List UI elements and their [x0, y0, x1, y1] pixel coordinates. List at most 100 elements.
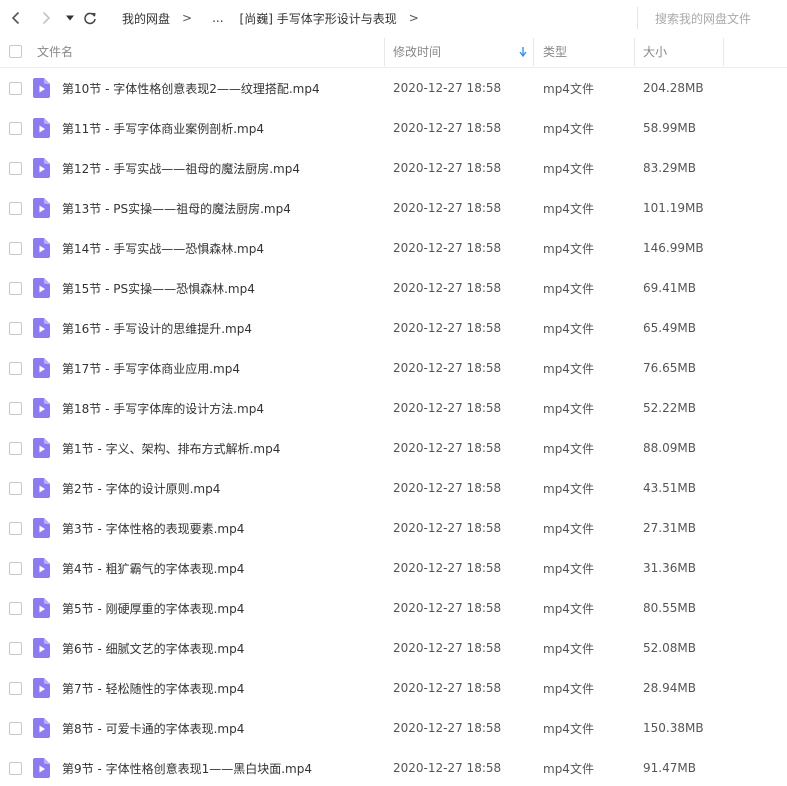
row-checkbox[interactable]	[9, 402, 22, 415]
row-checkbox[interactable]	[9, 442, 22, 455]
file-modified-time: 2020-12-27 18:58	[393, 521, 502, 535]
row-checkbox[interactable]	[9, 562, 22, 575]
file-row[interactable]: 第11节 - 手写字体商业案例剖析.mp4 2020-12-27 18:58 m…	[0, 108, 787, 148]
file-row[interactable]: 第17节 - 手写字体商业应用.mp4 2020-12-27 18:58 mp4…	[0, 348, 787, 388]
history-dropdown-button[interactable]	[60, 8, 80, 28]
file-size: 52.22MB	[643, 401, 696, 415]
forward-button[interactable]	[36, 8, 56, 28]
column-header-type[interactable]: 类型	[543, 36, 567, 67]
row-checkbox[interactable]	[9, 322, 22, 335]
file-row[interactable]: 第3节 - 字体性格的表现要素.mp4 2020-12-27 18:58 mp4…	[0, 508, 787, 548]
row-checkbox[interactable]	[9, 522, 22, 535]
file-name[interactable]: 第11节 - 手写字体商业案例剖析.mp4	[62, 108, 264, 148]
file-name[interactable]: 第18节 - 手写字体库的设计方法.mp4	[62, 388, 264, 428]
column-divider[interactable]	[533, 38, 534, 66]
file-row[interactable]: 第5节 - 刚硬厚重的字体表现.mp4 2020-12-27 18:58 mp4…	[0, 588, 787, 628]
file-row[interactable]: 第14节 - 手写实战——恐惧森林.mp4 2020-12-27 18:58 m…	[0, 228, 787, 268]
file-row[interactable]: 第6节 - 细腻文艺的字体表现.mp4 2020-12-27 18:58 mp4…	[0, 628, 787, 668]
column-divider[interactable]	[723, 38, 724, 66]
back-button[interactable]	[6, 8, 26, 28]
file-row[interactable]: 第18节 - 手写字体库的设计方法.mp4 2020-12-27 18:58 m…	[0, 388, 787, 428]
file-name[interactable]: 第3节 - 字体性格的表现要素.mp4	[62, 508, 244, 548]
file-row[interactable]: 第8节 - 可爱卡通的字体表现.mp4 2020-12-27 18:58 mp4…	[0, 708, 787, 748]
file-type: mp4文件	[543, 241, 594, 256]
file-row[interactable]: 第2节 - 字体的设计原则.mp4 2020-12-27 18:58 mp4文件…	[0, 468, 787, 508]
file-name[interactable]: 第14节 - 手写实战——恐惧森林.mp4	[62, 228, 264, 268]
video-file-icon	[33, 758, 50, 778]
file-row[interactable]: 第9节 - 字体性格创意表现1——黑白块面.mp4 2020-12-27 18:…	[0, 748, 787, 786]
file-size: 146.99MB	[643, 241, 704, 255]
file-name[interactable]: 第10节 - 字体性格创意表现2——纹理搭配.mp4	[62, 68, 320, 108]
video-file-icon	[33, 278, 50, 298]
file-modified-time: 2020-12-27 18:58	[393, 441, 502, 455]
row-checkbox[interactable]	[9, 202, 22, 215]
breadcrumb-root[interactable]: 我的网盘	[122, 10, 170, 27]
file-name[interactable]: 第16节 - 手写设计的思维提升.mp4	[62, 308, 252, 348]
file-name[interactable]: 第13节 - PS实操——祖母的魔法厨房.mp4	[62, 188, 291, 228]
row-checkbox[interactable]	[9, 282, 22, 295]
file-name[interactable]: 第5节 - 刚硬厚重的字体表现.mp4	[62, 588, 244, 628]
file-type: mp4文件	[543, 201, 594, 216]
select-all-checkbox[interactable]	[9, 45, 22, 58]
row-checkbox[interactable]	[9, 122, 22, 135]
row-checkbox[interactable]	[9, 642, 22, 655]
row-checkbox[interactable]	[9, 722, 22, 735]
file-row[interactable]: 第13节 - PS实操——祖母的魔法厨房.mp4 2020-12-27 18:5…	[0, 188, 787, 228]
row-checkbox[interactable]	[9, 362, 22, 375]
row-checkbox[interactable]	[9, 682, 22, 695]
file-size: 31.36MB	[643, 561, 696, 575]
file-name[interactable]: 第8节 - 可爱卡通的字体表现.mp4	[62, 708, 244, 748]
file-name[interactable]: 第17节 - 手写字体商业应用.mp4	[62, 348, 240, 388]
file-row[interactable]: 第1节 - 字义、架构、排布方式解析.mp4 2020-12-27 18:58 …	[0, 428, 787, 468]
file-size: 69.41MB	[643, 281, 696, 295]
file-type: mp4文件	[543, 681, 594, 696]
file-type: mp4文件	[543, 561, 594, 576]
video-file-icon	[33, 198, 50, 218]
file-name[interactable]: 第2节 - 字体的设计原则.mp4	[62, 468, 220, 508]
file-name[interactable]: 第7节 - 轻松随性的字体表现.mp4	[62, 668, 244, 708]
file-name[interactable]: 第1节 - 字义、架构、排布方式解析.mp4	[62, 428, 280, 468]
chevron-left-icon	[11, 11, 20, 25]
file-name[interactable]: 第15节 - PS实操——恐惧森林.mp4	[62, 268, 255, 308]
row-checkbox[interactable]	[9, 602, 22, 615]
sort-descending-icon[interactable]	[518, 46, 528, 58]
file-type: mp4文件	[543, 281, 594, 296]
column-divider[interactable]	[384, 38, 385, 66]
file-row[interactable]: 第4节 - 粗犷霸气的字体表现.mp4 2020-12-27 18:58 mp4…	[0, 548, 787, 588]
file-list: 第10节 - 字体性格创意表现2——纹理搭配.mp4 2020-12-27 18…	[0, 68, 787, 786]
row-checkbox[interactable]	[9, 162, 22, 175]
breadcrumb-current-folder[interactable]: [尚巍] 手写体字形设计与表现	[240, 10, 397, 27]
file-modified-time: 2020-12-27 18:58	[393, 401, 502, 415]
file-name[interactable]: 第4节 - 粗犷霸气的字体表现.mp4	[62, 548, 244, 588]
file-name[interactable]: 第6节 - 细腻文艺的字体表现.mp4	[62, 628, 244, 668]
video-file-icon	[33, 318, 50, 338]
breadcrumb-ellipsis[interactable]: ...	[212, 11, 223, 25]
file-type: mp4文件	[543, 481, 594, 496]
file-row[interactable]: 第15节 - PS实操——恐惧森林.mp4 2020-12-27 18:58 m…	[0, 268, 787, 308]
file-type: mp4文件	[543, 721, 594, 736]
file-row[interactable]: 第16节 - 手写设计的思维提升.mp4 2020-12-27 18:58 mp…	[0, 308, 787, 348]
file-type: mp4文件	[543, 761, 594, 776]
chevron-right-icon	[42, 11, 51, 25]
video-file-icon	[33, 438, 50, 458]
column-header-name[interactable]: 文件名	[37, 36, 73, 67]
column-divider[interactable]	[634, 38, 635, 66]
file-name[interactable]: 第12节 - 手写实战——祖母的魔法厨房.mp4	[62, 148, 300, 188]
column-header-size[interactable]: 大小	[643, 36, 667, 67]
file-modified-time: 2020-12-27 18:58	[393, 201, 502, 215]
row-checkbox[interactable]	[9, 762, 22, 775]
refresh-button[interactable]	[80, 8, 100, 28]
video-file-icon	[33, 78, 50, 98]
search-input[interactable]: 搜索我的网盘文件	[637, 7, 787, 29]
file-modified-time: 2020-12-27 18:58	[393, 601, 502, 615]
file-type: mp4文件	[543, 641, 594, 656]
row-checkbox[interactable]	[9, 82, 22, 95]
row-checkbox[interactable]	[9, 482, 22, 495]
file-row[interactable]: 第7节 - 轻松随性的字体表现.mp4 2020-12-27 18:58 mp4…	[0, 668, 787, 708]
row-checkbox[interactable]	[9, 242, 22, 255]
file-row[interactable]: 第12节 - 手写实战——祖母的魔法厨房.mp4 2020-12-27 18:5…	[0, 148, 787, 188]
column-header-time[interactable]: 修改时间	[393, 36, 441, 67]
file-name[interactable]: 第9节 - 字体性格创意表现1——黑白块面.mp4	[62, 748, 312, 786]
file-row[interactable]: 第10节 - 字体性格创意表现2——纹理搭配.mp4 2020-12-27 18…	[0, 68, 787, 108]
video-file-icon	[33, 678, 50, 698]
